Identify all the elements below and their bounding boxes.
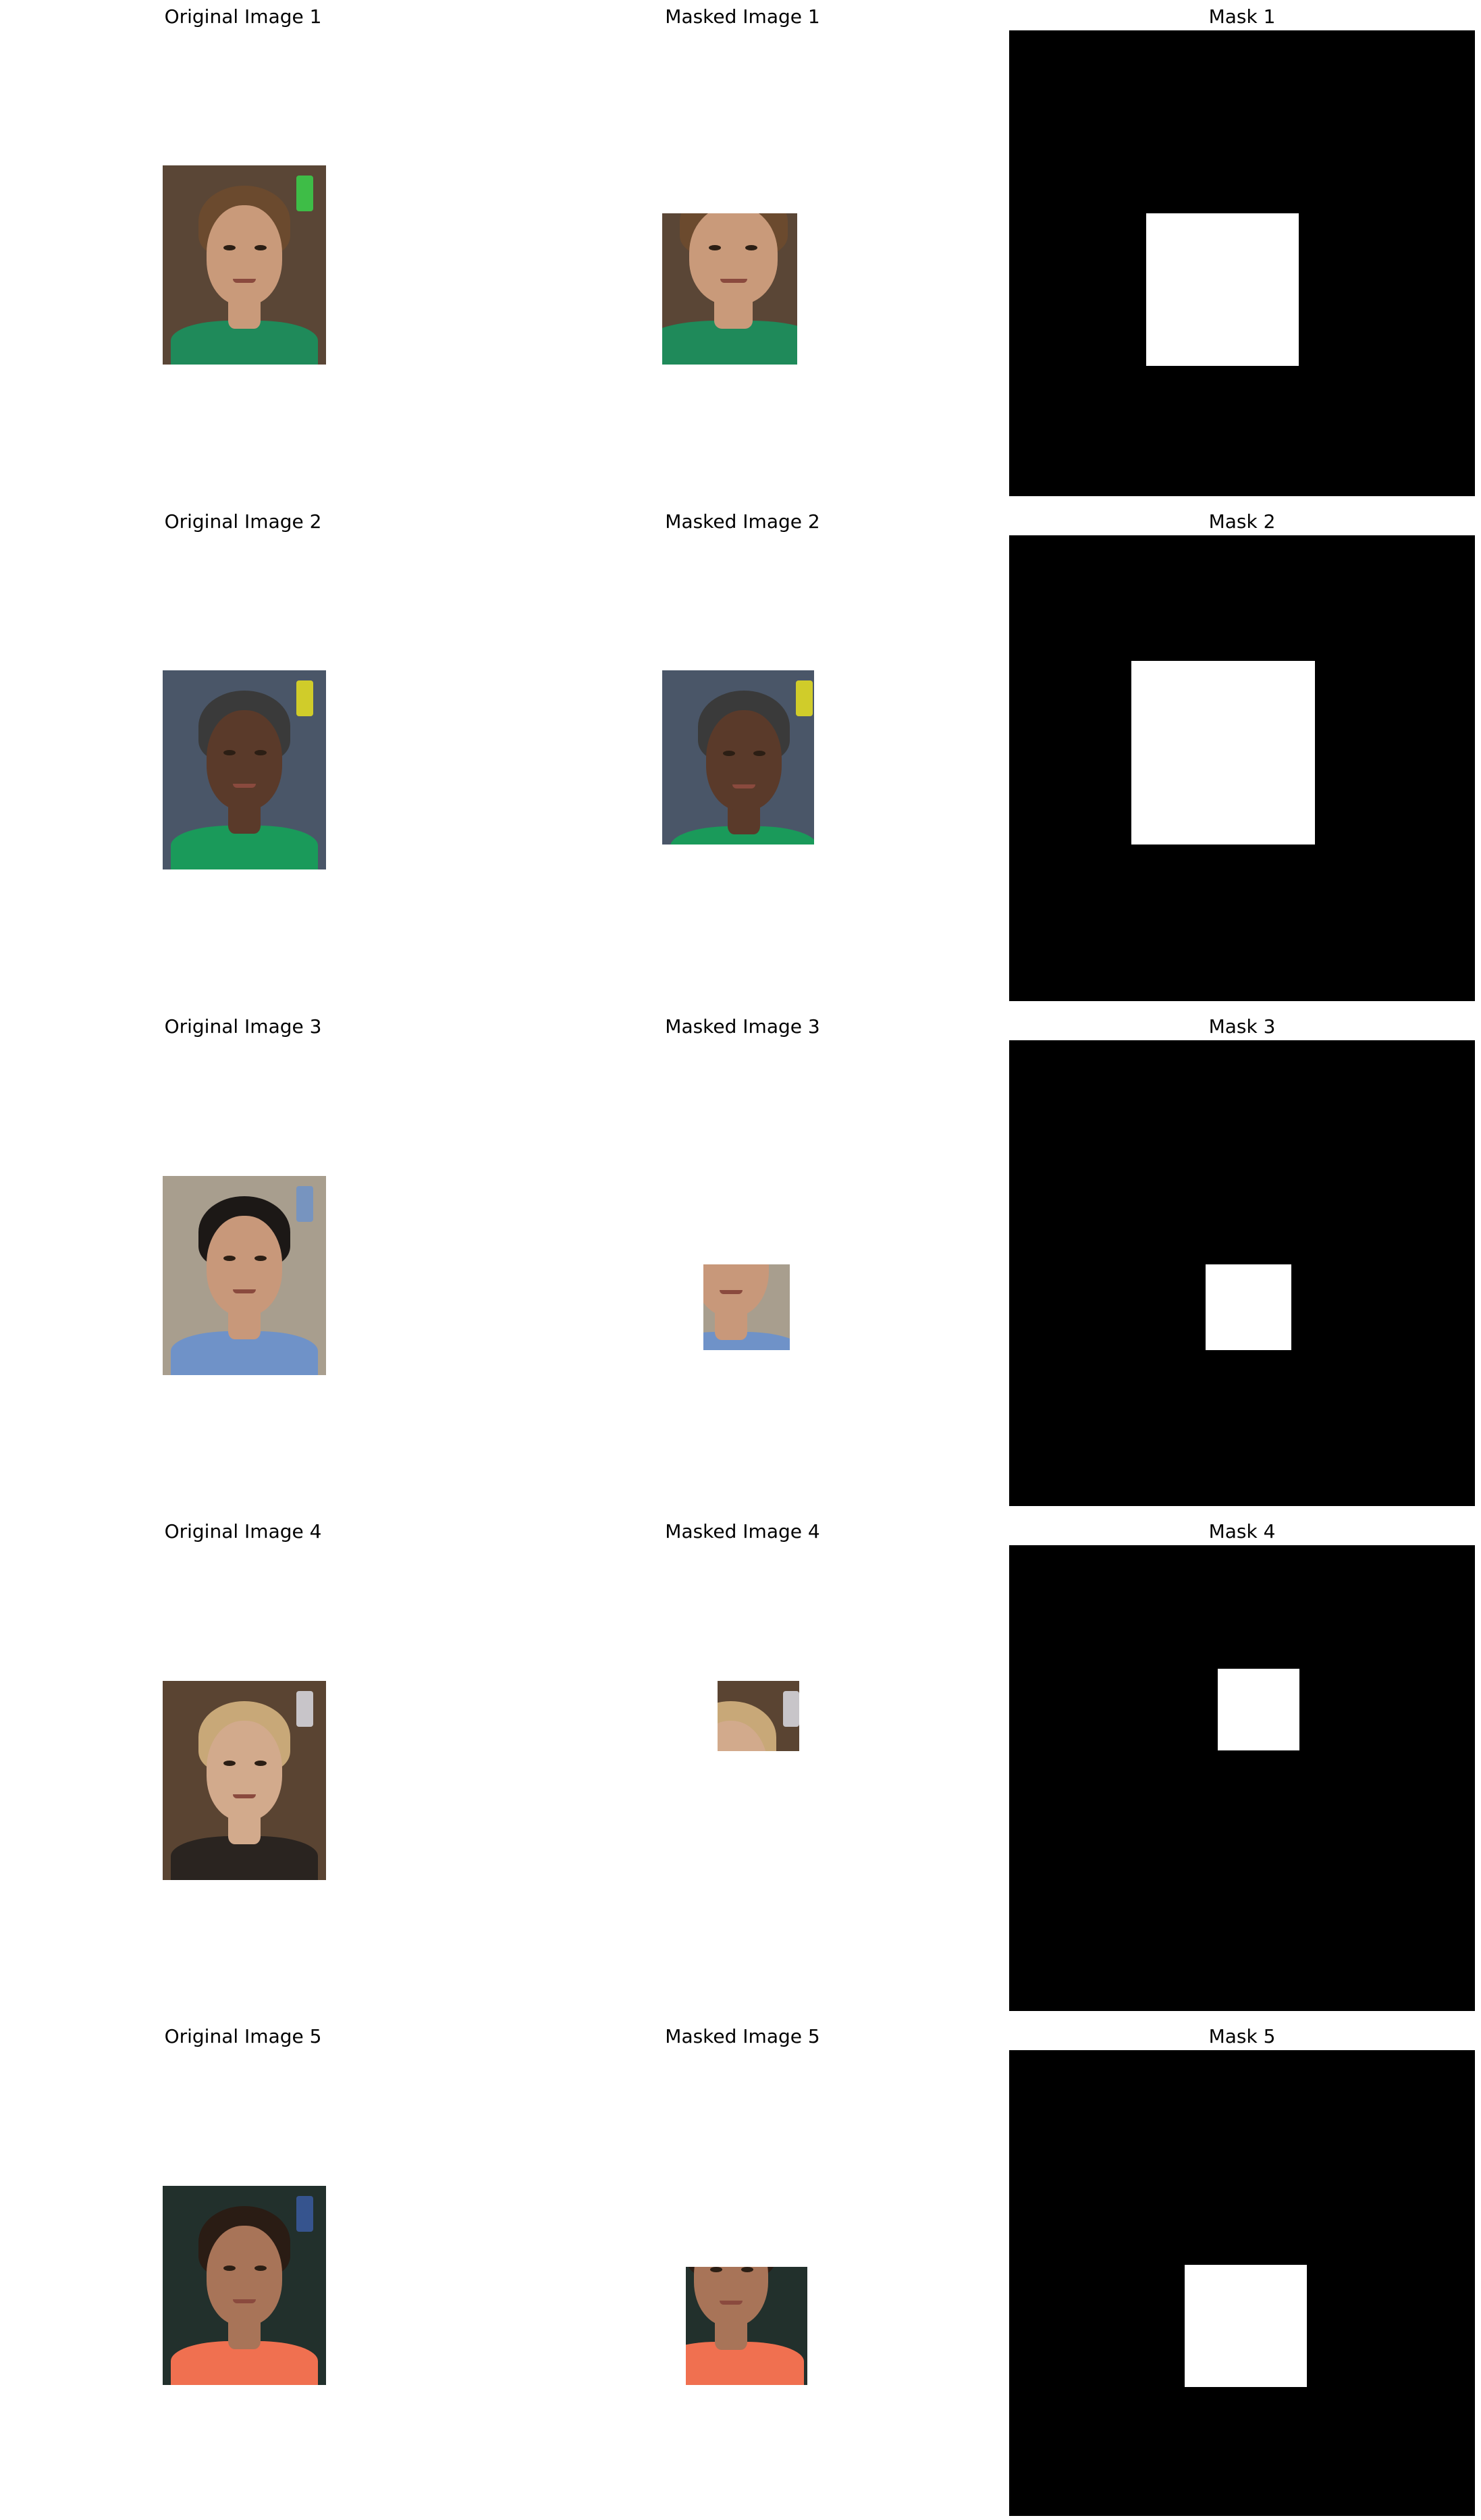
portrait <box>163 670 326 869</box>
left-eye <box>223 245 236 250</box>
mouth <box>233 279 256 284</box>
mask-4-title: Mask 4 <box>1208 1520 1276 1543</box>
accent <box>296 1185 313 1222</box>
mask-5-region <box>1185 2265 1307 2387</box>
mask-3-title: Mask 3 <box>1208 1015 1276 1038</box>
portrait <box>662 213 797 365</box>
mask-2-region <box>1131 661 1315 845</box>
mouth <box>732 784 755 789</box>
left-eye <box>223 1256 236 1261</box>
face <box>689 213 778 305</box>
original-image-1 <box>163 165 326 365</box>
right-eye <box>254 2266 267 2271</box>
original-image-3 <box>163 1176 326 1375</box>
mask-1-title: Mask 1 <box>1208 5 1276 28</box>
left-eye <box>223 2266 236 2271</box>
accent <box>782 1690 799 1727</box>
face <box>207 205 282 305</box>
portrait <box>686 2267 807 2385</box>
portrait <box>163 1176 326 1375</box>
original-image-4 <box>163 1681 326 1880</box>
mask-3-region <box>1206 1264 1291 1350</box>
left-eye <box>223 1761 236 1766</box>
face <box>207 710 282 810</box>
mask-1-region <box>1146 213 1299 366</box>
shirt <box>686 2341 805 2385</box>
masked-image-1-title: Masked Image 1 <box>665 5 820 28</box>
mouth <box>233 1794 256 1799</box>
left-eye <box>722 750 735 756</box>
accent <box>296 2195 313 2232</box>
masked-image-2 <box>662 670 814 845</box>
accent <box>796 680 813 717</box>
left-eye <box>708 245 721 251</box>
accent <box>296 175 313 211</box>
masked-image-1 <box>662 213 797 365</box>
left-eye <box>223 750 236 755</box>
masked-image-4-title: Masked Image 4 <box>665 1520 820 1543</box>
masked-image-4 <box>718 1681 799 1751</box>
original-image-4-title: Original Image 4 <box>164 1520 322 1543</box>
mouth <box>233 2299 256 2304</box>
accent <box>296 1690 313 1727</box>
face <box>207 1721 282 1821</box>
mask-5-title: Mask 5 <box>1208 2025 1276 2047</box>
face <box>207 1216 282 1316</box>
right-eye <box>254 750 267 755</box>
mask-4-region <box>1218 1669 1299 1750</box>
face <box>694 2267 769 2326</box>
right-eye <box>254 245 267 250</box>
portrait <box>163 1681 326 1880</box>
masked-image-3 <box>703 1264 790 1350</box>
mask-4 <box>1009 1545 1475 2011</box>
accent <box>296 680 313 716</box>
masked-image-5-title: Masked Image 5 <box>665 2025 820 2047</box>
masked-image-2-title: Masked Image 2 <box>665 510 820 533</box>
original-image-2 <box>163 670 326 869</box>
right-eye <box>254 1761 267 1766</box>
mask-2-title: Mask 2 <box>1208 510 1276 533</box>
right-eye <box>740 2267 753 2272</box>
mouth <box>720 2300 743 2305</box>
portrait <box>163 165 326 365</box>
mouth <box>233 784 256 788</box>
left-eye <box>710 2267 722 2272</box>
mouth <box>720 1290 743 1295</box>
mouth <box>720 279 747 284</box>
face <box>706 710 782 811</box>
portrait <box>718 1681 799 1751</box>
right-eye <box>254 1256 267 1261</box>
original-image-5 <box>163 2186 326 2385</box>
original-image-3-title: Original Image 3 <box>164 1015 322 1038</box>
portrait <box>662 670 814 845</box>
masked-image-5 <box>686 2267 807 2385</box>
original-image-1-title: Original Image 1 <box>164 5 322 28</box>
portrait <box>703 1264 790 1350</box>
portrait <box>163 2186 326 2385</box>
face <box>207 2226 282 2326</box>
original-image-2-title: Original Image 2 <box>164 510 322 533</box>
masked-image-3-title: Masked Image 3 <box>665 1015 820 1038</box>
right-eye <box>753 750 766 756</box>
original-image-5-title: Original Image 5 <box>164 2025 322 2047</box>
mouth <box>233 1289 256 1294</box>
